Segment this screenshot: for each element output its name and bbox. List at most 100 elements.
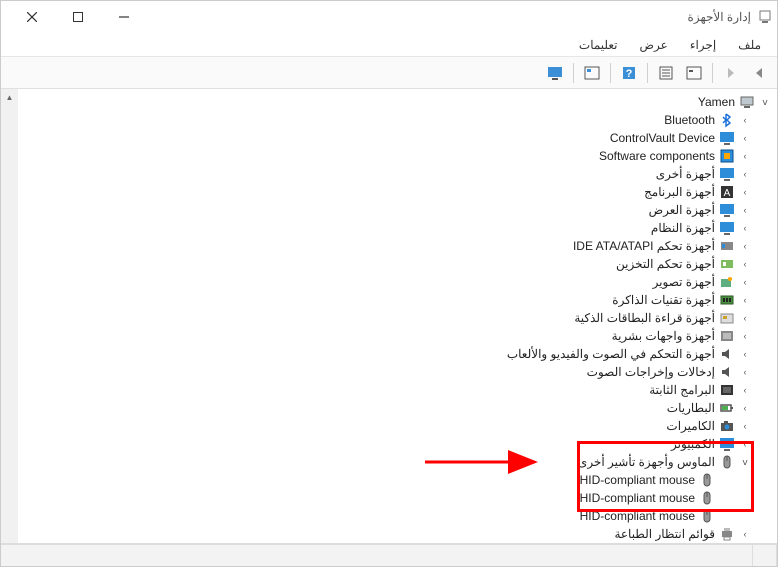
- expander-icon[interactable]: ›: [739, 438, 751, 450]
- tree-category[interactable]: › إدخالات وإخراجات الصوت: [18, 363, 777, 381]
- expander-icon[interactable]: ›: [739, 348, 751, 360]
- expander-icon[interactable]: ›: [739, 366, 751, 378]
- toolbar-monitor[interactable]: [543, 61, 567, 85]
- tree-category[interactable]: › الكمبيوتر: [18, 435, 777, 453]
- expander-icon[interactable]: ›: [739, 168, 751, 180]
- tree-category[interactable]: › أجهزة تقنيات الذاكرة: [18, 291, 777, 309]
- firmware-icon: [719, 382, 735, 398]
- tree-category[interactable]: ›ControlVault Device: [18, 129, 777, 147]
- tree-device[interactable]: HID-compliant mouse: [18, 471, 777, 489]
- separator: [573, 63, 574, 83]
- separator: [712, 63, 713, 83]
- expander-icon[interactable]: ›: [739, 402, 751, 414]
- monitor-icon: [719, 436, 735, 452]
- category-label: أجهزة العرض: [649, 203, 715, 217]
- category-label: Bluetooth: [664, 113, 715, 127]
- tree-category[interactable]: ›البرامج الثابتة: [18, 381, 777, 399]
- menu-file[interactable]: ملف: [728, 36, 771, 54]
- computer-icon: [739, 94, 755, 110]
- category-label: إدخالات وإخراجات الصوت: [587, 365, 715, 379]
- toolbar-show-hide[interactable]: [682, 61, 706, 85]
- expander-icon[interactable]: ›: [739, 114, 751, 126]
- app-icon: [757, 9, 773, 25]
- tree-category[interactable]: ›الكاميرات: [18, 417, 777, 435]
- tree-category[interactable]: › أجهزة النظام: [18, 219, 777, 237]
- expander-icon[interactable]: ›: [739, 384, 751, 396]
- mouse-icon: [699, 490, 715, 506]
- maximize-button[interactable]: [55, 2, 101, 32]
- category-label: أجهزة تقنيات الذاكرة: [612, 293, 715, 307]
- tree-category[interactable]: ›أجهزة أخرى: [18, 165, 777, 183]
- tree-category[interactable]: › أجهزة العرض: [18, 201, 777, 219]
- window-title: إدارة الأجهزة: [688, 10, 751, 24]
- expander-icon[interactable]: ›: [739, 276, 751, 288]
- device-tree[interactable]: ⅴ Yamen › Bluetooth ›ControlVault Device›Sof…: [18, 89, 777, 543]
- tree-device[interactable]: HID-compliant mouse: [18, 489, 777, 507]
- category-label: أجهزة تصوير: [653, 275, 715, 289]
- category-label: أجهزة تحكم التخزين: [616, 257, 715, 271]
- tree-category[interactable]: › أجهزة تصوير: [18, 273, 777, 291]
- toolbar-properties[interactable]: [654, 61, 678, 85]
- expander-icon[interactable]: ⅴ: [759, 96, 771, 108]
- menu-view[interactable]: عرض: [630, 36, 678, 54]
- toolbar-help[interactable]: ?: [617, 61, 641, 85]
- expander-icon[interactable]: ›: [739, 222, 751, 234]
- expander-icon[interactable]: ›: [739, 150, 751, 162]
- monitor-icon: [719, 166, 735, 182]
- expander-icon[interactable]: ›: [739, 330, 751, 342]
- tree-category[interactable]: ›أجهزة قراءة البطاقات الذكية: [18, 309, 777, 327]
- battery-icon: [719, 400, 735, 416]
- printer-icon: [719, 526, 735, 542]
- card-icon: [719, 310, 735, 326]
- category-label: أجهزة البرنامج: [644, 185, 715, 199]
- menu-help[interactable]: تعليمات: [569, 36, 628, 54]
- expander-icon[interactable]: ›: [739, 294, 751, 306]
- expander-icon[interactable]: ›: [739, 204, 751, 216]
- tree-category[interactable]: ›قوائم انتظار الطباعة: [18, 525, 777, 543]
- toolbar-forward[interactable]: [719, 61, 743, 85]
- memory-icon: [719, 292, 735, 308]
- category-label: الكمبيوتر: [671, 437, 715, 451]
- tree-category[interactable]: › A أجهزة البرنامج: [18, 183, 777, 201]
- tree-device[interactable]: HID-compliant mouse: [18, 507, 777, 525]
- close-button[interactable]: [9, 2, 55, 32]
- separator: [647, 63, 648, 83]
- monitor-icon: [719, 220, 735, 236]
- category-label: أجهزة تحكم IDE ATA/ATAPI: [573, 239, 715, 253]
- expander-icon[interactable]: ›: [739, 420, 751, 432]
- tree-category[interactable]: ›أجهزة واجهات بشرية: [18, 327, 777, 345]
- status-bar: [1, 544, 777, 566]
- scrollbar-vertical[interactable]: ▲: [1, 89, 18, 543]
- tree-category[interactable]: ›Software components: [18, 147, 777, 165]
- toolbar-scan[interactable]: [580, 61, 604, 85]
- expander-icon[interactable]: ⅴ: [739, 456, 751, 468]
- monitor-icon: [719, 130, 735, 146]
- root-label: Yamen: [698, 95, 735, 109]
- tree-root[interactable]: ⅴ Yamen: [18, 93, 777, 111]
- tree-category[interactable]: › Bluetooth: [18, 111, 777, 129]
- sound-icon: [719, 346, 735, 362]
- tree-category[interactable]: ⅴ الماوس وأجهزة تأشير أخرى: [18, 453, 777, 471]
- category-label: الماوس وأجهزة تأشير أخرى: [578, 455, 715, 469]
- expander-icon[interactable]: ›: [739, 186, 751, 198]
- expander-icon[interactable]: ›: [739, 240, 751, 252]
- tree-category[interactable]: › أجهزة تحكم IDE ATA/ATAPI: [18, 237, 777, 255]
- expander-icon[interactable]: ›: [739, 132, 751, 144]
- tree-category[interactable]: ›أجهزة التحكم في الصوت والفيديو والألعاب: [18, 345, 777, 363]
- category-label: أجهزة النظام: [651, 221, 715, 235]
- toolbar-back[interactable]: [747, 61, 771, 85]
- camera2-icon: [719, 418, 735, 434]
- expander-icon[interactable]: ›: [739, 258, 751, 270]
- expander-icon[interactable]: ›: [739, 312, 751, 324]
- expander-icon[interactable]: ›: [739, 528, 751, 540]
- tree-category[interactable]: › أجهزة تحكم التخزين: [18, 255, 777, 273]
- svg-text:A: A: [724, 188, 731, 199]
- menu-action[interactable]: إجراء: [680, 36, 726, 54]
- tree-category[interactable]: › البطاريات: [18, 399, 777, 417]
- camera-icon: [719, 274, 735, 290]
- category-label: البطاريات: [667, 401, 715, 415]
- sound-icon: [719, 364, 735, 380]
- scroll-up[interactable]: ▲: [1, 89, 18, 106]
- minimize-button[interactable]: [101, 2, 147, 32]
- a-icon-icon: A: [719, 184, 735, 200]
